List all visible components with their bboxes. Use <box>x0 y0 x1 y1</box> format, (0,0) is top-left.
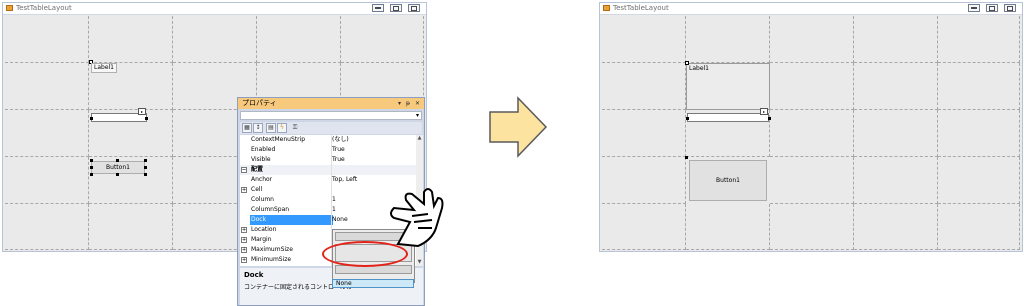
selection-handle[interactable] <box>116 159 119 162</box>
object-selector[interactable]: ▾ <box>240 111 422 120</box>
grid-cell <box>5 157 89 204</box>
grid-cell <box>257 16 341 63</box>
grid-cell <box>686 16 770 63</box>
description-title: Dock <box>244 271 264 279</box>
selection-handle[interactable] <box>90 117 93 120</box>
expand-icon[interactable]: + <box>241 237 247 243</box>
grid-cell <box>5 204 89 250</box>
selection-handle[interactable] <box>685 156 688 159</box>
app-icon <box>6 5 13 11</box>
grid-cell <box>173 16 257 63</box>
expand-icon[interactable]: + <box>241 187 247 193</box>
events-icon[interactable]: ϟ <box>277 123 287 133</box>
dock-none-option[interactable]: None <box>332 279 414 288</box>
right-window-title: TestTableLayout <box>613 4 669 12</box>
right-form-window: TestTableLayout Label1 ▸ Button1 <box>599 2 1023 252</box>
property-row[interactable]: Enabled True <box>240 145 416 155</box>
close-icon[interactable]: ✕ <box>415 100 420 107</box>
grid-cell <box>854 110 938 157</box>
alphabetical-icon[interactable]: ↕ <box>253 123 263 133</box>
grid-cell <box>854 16 938 63</box>
properties-title-bar: プロパティ ▾ ᵽ ✕ <box>238 98 424 109</box>
label1-text: Label1 <box>689 65 710 72</box>
grid-cell <box>770 110 854 157</box>
smart-tag-icon[interactable]: ▸ <box>760 108 768 115</box>
grid-cell <box>938 110 1020 157</box>
selection-handle[interactable] <box>685 61 689 65</box>
right-table-layout: Label1 ▸ Button1 <box>602 16 1020 250</box>
selection-handle[interactable] <box>768 117 771 120</box>
selection-handle[interactable] <box>144 166 147 169</box>
grid-cell <box>938 157 1020 204</box>
categorized-icon[interactable]: ▦ <box>242 123 252 133</box>
scroll-down-icon[interactable]: ▼ <box>416 259 423 266</box>
textbox-control[interactable] <box>687 113 769 122</box>
selection-handle[interactable] <box>686 117 689 120</box>
grid-cell <box>5 63 89 110</box>
property-pages-icon[interactable]: ⚿ <box>290 123 300 133</box>
grid-cell <box>89 16 173 63</box>
selection-handle[interactable] <box>144 159 147 162</box>
grid-cell <box>602 110 686 157</box>
grid-cell <box>341 16 424 63</box>
smart-tag-icon[interactable]: ▸ <box>138 108 146 115</box>
right-title-bar: TestTableLayout <box>600 3 1022 15</box>
dropdown-icon[interactable]: ▾ <box>398 100 401 107</box>
grid-cell <box>770 204 854 250</box>
grid-cell <box>938 204 1020 250</box>
selection-handle[interactable] <box>116 173 119 176</box>
properties-title: プロパティ <box>242 99 277 107</box>
chevron-down-icon: ▾ <box>415 112 419 119</box>
property-category[interactable]: − 配置 <box>240 165 416 175</box>
close-button[interactable] <box>1004 4 1016 12</box>
grid-cell <box>5 110 89 157</box>
pin-icon[interactable]: ᵽ <box>406 100 410 107</box>
close-button[interactable] <box>408 4 420 12</box>
expand-icon[interactable]: + <box>241 247 247 253</box>
properties-icon[interactable]: ▤ <box>266 123 276 133</box>
left-window-title: TestTableLayout <box>16 4 72 12</box>
expand-icon[interactable]: + <box>241 227 247 233</box>
collapse-icon[interactable]: − <box>241 167 247 173</box>
selection-handle[interactable] <box>145 117 148 120</box>
grid-cell <box>602 63 686 110</box>
selection-handle[interactable] <box>90 173 93 176</box>
pointing-hand-icon <box>390 188 444 248</box>
grid-cell <box>602 204 686 250</box>
grid-cell <box>854 204 938 250</box>
grid-cell <box>770 157 854 204</box>
property-row[interactable]: Visible True <box>240 155 416 165</box>
grid-cell <box>938 16 1020 63</box>
selection-handle[interactable] <box>90 166 93 169</box>
property-row[interactable]: ContextMenuStrip (なし) <box>240 135 416 145</box>
grid-cell <box>602 157 686 204</box>
scroll-up-icon[interactable]: ▲ <box>416 135 423 142</box>
grid-cell <box>770 16 854 63</box>
selection-handle[interactable] <box>144 173 147 176</box>
grid-cell <box>938 63 1020 110</box>
grid-cell <box>686 204 770 250</box>
grid-cell <box>89 204 173 250</box>
grid-cell <box>5 16 89 63</box>
label1-control[interactable]: Label1 <box>91 63 118 73</box>
expand-icon[interactable]: + <box>241 257 247 263</box>
left-title-bar: TestTableLayout <box>3 3 426 15</box>
label1-control[interactable]: Label1 <box>686 63 770 110</box>
grid-cell <box>602 16 686 63</box>
grid-cell <box>854 63 938 110</box>
maximize-button[interactable] <box>986 4 998 12</box>
grid-cell <box>854 157 938 204</box>
arrow-right-icon <box>489 96 548 158</box>
grid-cell <box>770 63 854 110</box>
button1-control[interactable]: Button1 <box>689 160 767 201</box>
properties-toolbar: ▦ ↕ ▤ ϟ ⚿ <box>240 122 422 134</box>
minimize-button[interactable] <box>372 4 384 12</box>
minimize-button[interactable] <box>968 4 980 12</box>
app-icon <box>603 5 610 11</box>
selection-handle[interactable] <box>90 159 93 162</box>
maximize-button[interactable] <box>390 4 402 12</box>
